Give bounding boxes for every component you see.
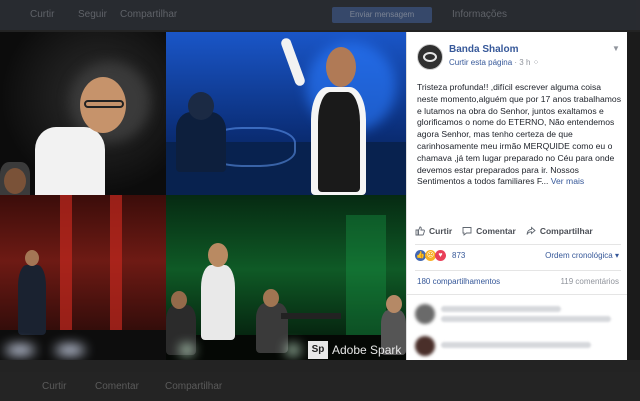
post-header: Banda Shalom Curtir esta página · 3 h ⁘ … — [417, 42, 622, 72]
commenter-avatar — [415, 336, 435, 356]
comment-label: Comentar — [476, 226, 516, 236]
photo-cell-band-red-stage — [0, 195, 166, 360]
comment-order-select[interactable]: Ordem cronológica ▾ — [545, 251, 619, 260]
background-action-bar: Curtir Comentar Compartilhar — [0, 372, 640, 401]
bg-share-label: Compartilhar — [120, 9, 178, 20]
bg-info-label: Informações — [452, 9, 508, 20]
comments-count[interactable]: 119 comentários — [560, 277, 619, 286]
post-stats: 180 compartilhamentos 119 comentários — [417, 277, 619, 289]
post-actions: Curtir Comentar Compartilhar — [415, 220, 623, 242]
share-label: Compartilhar — [539, 226, 593, 236]
post-photo[interactable]: Sp Adobe Spark — [0, 32, 406, 360]
bg-comment-action: Comentar — [95, 381, 139, 392]
divider — [407, 294, 628, 295]
reactions-count[interactable]: 873 — [452, 251, 465, 260]
page-avatar[interactable] — [417, 44, 443, 70]
bg-send-message-button: Enviar mensagem — [332, 7, 432, 23]
like-button[interactable]: Curtir — [415, 226, 452, 236]
see-more-link[interactable]: Ver mais — [551, 176, 584, 186]
comment-button[interactable]: Comentar — [462, 226, 516, 236]
love-reaction-icon[interactable]: ♥ — [435, 250, 446, 261]
photo-cell-singer-blue-stage — [166, 32, 406, 195]
bg-share-action: Compartilhar — [165, 381, 223, 392]
adobe-spark-label: Adobe Spark — [332, 343, 402, 357]
divider — [415, 270, 621, 271]
background-page-bar: Curtir Seguir Compartilhar Enviar mensag… — [0, 0, 640, 30]
post-body: Tristeza profunda!! ,difícil escrever al… — [417, 82, 621, 187]
chevron-down-icon: ▾ — [614, 251, 619, 260]
post-time[interactable]: 3 h — [519, 58, 530, 67]
like-page-link[interactable]: Curtir esta página — [449, 58, 512, 67]
comment-order-label: Ordem cronológica — [545, 251, 613, 260]
right-edge-strip — [627, 32, 640, 360]
reactions-bar: 👍 ☹ ♥ 873 Ordem cronológica ▾ — [415, 250, 621, 264]
post-panel: Banda Shalom Curtir esta página · 3 h ⁘ … — [406, 32, 628, 360]
commenter-avatar — [415, 304, 435, 324]
adobe-spark-watermark: Sp Adobe Spark — [308, 340, 401, 360]
share-button[interactable]: Compartilhar — [526, 226, 593, 236]
post-text: Tristeza profunda!! ,difícil escrever al… — [417, 82, 622, 188]
post-meta: Curtir esta página · 3 h ⁘ — [449, 58, 540, 67]
like-label: Curtir — [429, 226, 453, 236]
comment-icon — [462, 227, 472, 236]
bg-like-action: Curtir — [42, 381, 67, 392]
shares-count-link[interactable]: 180 compartilhamentos — [417, 277, 500, 286]
bg-follow-label: Seguir — [78, 9, 107, 20]
bg-like-label: Curtir — [30, 9, 55, 20]
comment-item-blurred — [415, 302, 621, 328]
globe-icon: ⁘ — [532, 58, 540, 67]
like-icon — [415, 226, 425, 236]
share-icon — [526, 226, 536, 235]
comment-item-blurred — [415, 334, 621, 360]
page-name-link[interactable]: Banda Shalom — [449, 44, 518, 55]
photo-cell-band-green-stage — [166, 195, 406, 360]
chevron-down-icon[interactable]: ▼ — [612, 44, 622, 54]
photo-cell-singer-close — [0, 32, 166, 195]
adobe-spark-logo: Sp — [308, 341, 328, 359]
divider — [415, 244, 621, 245]
screenshot: Curtir Seguir Compartilhar Enviar mensag… — [0, 0, 640, 401]
